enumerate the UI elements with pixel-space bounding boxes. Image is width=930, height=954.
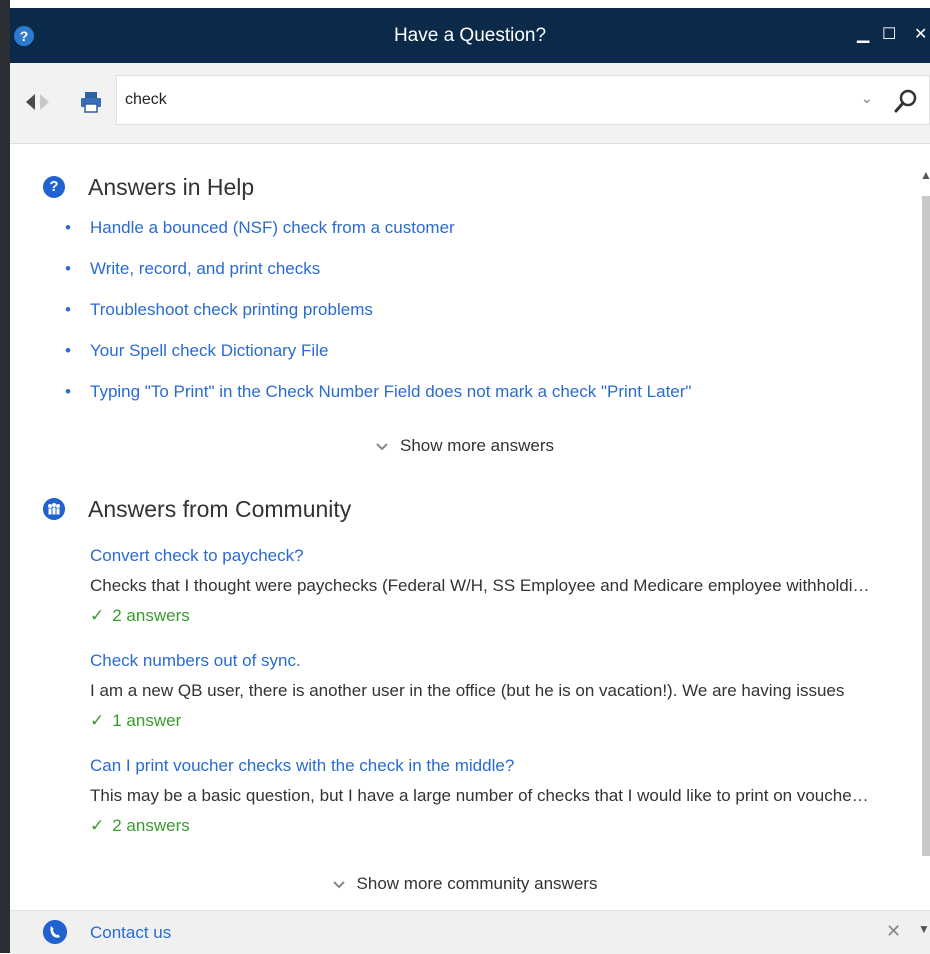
forward-arrow-icon[interactable]: [40, 94, 49, 110]
show-more-answers-label: Show more answers: [399, 436, 554, 455]
post-snippet: Checks that I thought were paychecks (Fe…: [90, 576, 870, 595]
help-answers-list: • Handle a bounced (NSF) check from a cus…: [65, 218, 691, 423]
window-title: Have a Question?: [393, 25, 547, 46]
phone-icon: [43, 920, 67, 944]
help-answer-item: • Typing "To Print" in the Check Number F…: [65, 382, 691, 423]
scroll-up-arrow-icon[interactable]: ▲: [920, 168, 930, 182]
printer-icon[interactable]: [80, 91, 102, 113]
vertical-scrollbar[interactable]: ▲: [920, 144, 930, 910]
help-answer-link[interactable]: Your Spell check Dictionary File: [90, 341, 328, 360]
show-more-community-button[interactable]: Show more community answers: [10, 874, 920, 894]
search-icon[interactable]: [893, 88, 919, 114]
post-answers-count[interactable]: ✓ 1 answer: [90, 711, 870, 739]
window-frame-top: [0, 0, 930, 8]
back-arrow-icon[interactable]: [26, 94, 35, 110]
bullet: •: [65, 300, 71, 319]
window-frame-left: [0, 0, 10, 953]
help-answer-link[interactable]: Troubleshoot check printing problems: [90, 300, 373, 319]
bullet: •: [65, 382, 71, 401]
question-circle-icon: ?: [43, 176, 65, 198]
help-answer-link[interactable]: Typing "To Print" in the Check Number Fi…: [90, 382, 691, 401]
help-section-title: Answers in Help: [88, 174, 255, 200]
bullet: •: [65, 218, 71, 237]
toolbar: ⌄: [10, 63, 930, 144]
chevron-down-icon: [376, 442, 388, 450]
contact-footer: Contact us ✕ ▼: [10, 910, 930, 954]
help-answer-link[interactable]: Handle a bounced (NSF) check from a cust…: [90, 218, 455, 237]
community-post: Convert check to paycheck? Checks that I…: [90, 546, 870, 634]
answers-label: 2 answers: [112, 816, 190, 835]
post-answers-count[interactable]: ✓ 2 answers: [90, 606, 870, 634]
post-title-link[interactable]: Can I print voucher checks with the chec…: [90, 756, 870, 784]
community-icon: [43, 498, 65, 520]
help-answer-link[interactable]: Write, record, and print checks: [90, 259, 320, 278]
contact-us-link[interactable]: Contact us: [90, 923, 171, 943]
help-answer-item: • Write, record, and print checks: [65, 259, 691, 300]
maximize-button[interactable]: ☐: [882, 25, 896, 45]
answers-label: 2 answers: [112, 606, 190, 625]
minimize-button[interactable]: ▁: [857, 25, 869, 45]
search-history-dropdown-icon[interactable]: ⌄: [861, 90, 873, 107]
checkmark-icon: ✓: [90, 711, 105, 730]
answers-label: 1 answer: [112, 711, 182, 730]
show-more-answers-button[interactable]: Show more answers: [10, 436, 920, 456]
checkmark-icon: ✓: [90, 606, 105, 625]
bullet: •: [65, 341, 71, 360]
community-post: Check numbers out of sync. I am a new QB…: [90, 651, 870, 739]
chevron-down-icon: [332, 880, 345, 888]
search-box: ⌄: [116, 75, 930, 125]
show-more-community-label: Show more community answers: [356, 874, 598, 893]
help-answer-item: • Handle a bounced (NSF) check from a cus…: [65, 218, 691, 259]
post-snippet: I am a new QB user, there is another use…: [90, 681, 845, 700]
search-input[interactable]: [125, 76, 825, 124]
results-pane: ? Answers in Help • Handle a bounced (NSF…: [10, 144, 920, 910]
post-title-link[interactable]: Check numbers out of sync.: [90, 651, 870, 679]
help-answer-item: • Troubleshoot check printing problems: [65, 300, 691, 341]
help-answer-item: • Your Spell check Dictionary File: [65, 341, 691, 382]
community-section-title: Answers from Community: [88, 496, 352, 522]
scroll-down-arrow-icon[interactable]: ▼: [918, 922, 930, 936]
post-answers-count[interactable]: ✓ 2 answers: [90, 816, 870, 844]
checkmark-icon: ✓: [90, 816, 105, 835]
title-bar: ? Have a Question? ▁ ☐ ✕: [10, 8, 930, 63]
post-title-link[interactable]: Convert check to paycheck?: [90, 546, 870, 574]
close-footer-button[interactable]: ✕: [886, 921, 901, 942]
close-window-button[interactable]: ✕: [914, 25, 927, 45]
scrollbar-thumb[interactable]: [922, 196, 930, 856]
bullet: •: [65, 259, 71, 278]
post-snippet: This may be a basic question, but I have…: [90, 786, 870, 805]
community-post: Can I print voucher checks with the chec…: [90, 756, 870, 844]
